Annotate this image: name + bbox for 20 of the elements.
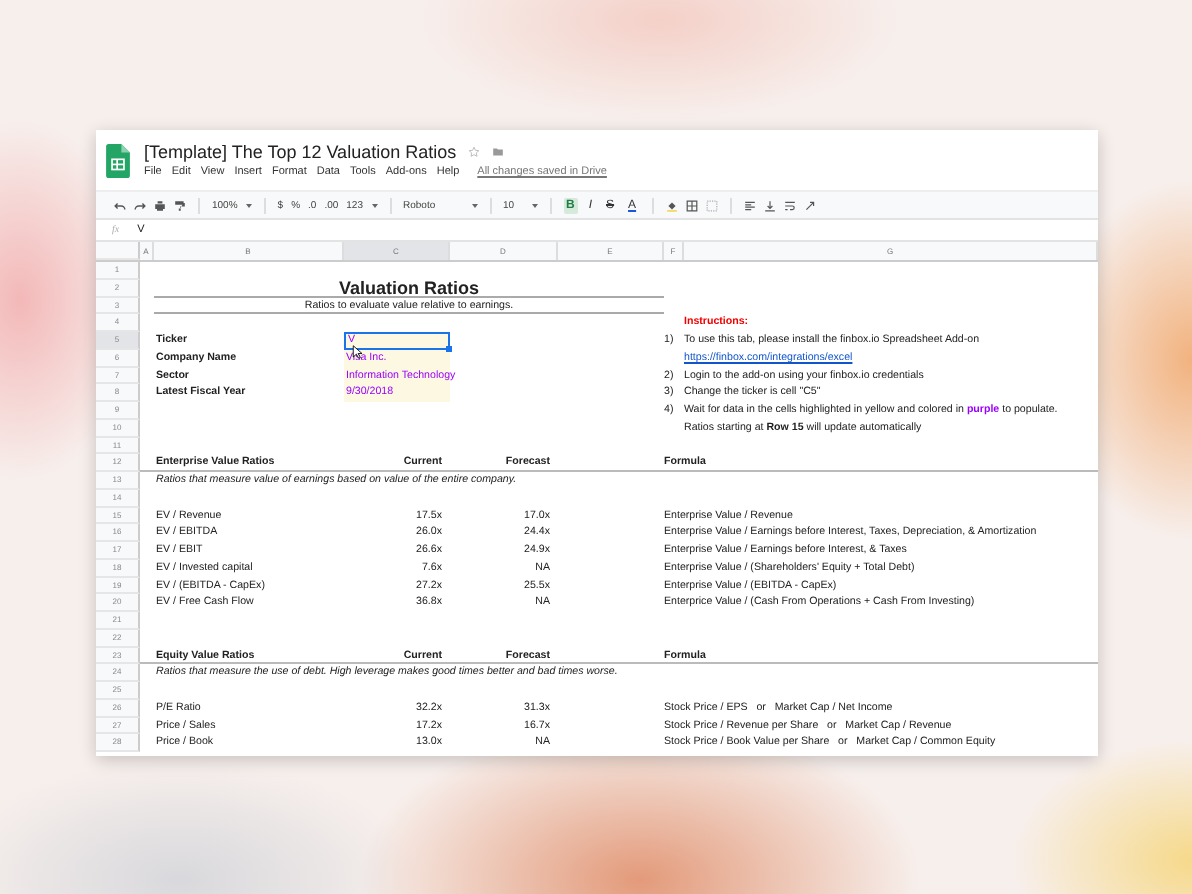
undo-icon[interactable] bbox=[114, 199, 126, 211]
merge-cells-icon[interactable] bbox=[705, 199, 718, 211]
star-icon[interactable] bbox=[468, 146, 481, 158]
sheet-title: Valuation Ratios bbox=[338, 277, 479, 298]
vertical-align-icon[interactable] bbox=[763, 199, 776, 211]
text-rotate-icon[interactable] bbox=[803, 199, 816, 211]
fill-color-icon[interactable] bbox=[665, 199, 678, 211]
print-icon[interactable] bbox=[154, 199, 166, 211]
document-title[interactable]: [Template] The Top 12 Valuation Ratios bbox=[144, 142, 457, 162]
folder-icon[interactable] bbox=[492, 146, 505, 158]
sheets-logo-icon bbox=[106, 143, 130, 177]
text-wrap-icon[interactable] bbox=[783, 199, 796, 211]
caret-icon bbox=[371, 203, 377, 207]
caret-icon bbox=[471, 203, 477, 207]
align-left-icon[interactable] bbox=[743, 199, 756, 211]
redo-icon[interactable] bbox=[134, 199, 146, 211]
borders-icon[interactable] bbox=[685, 199, 698, 211]
paint-roller-icon[interactable] bbox=[174, 199, 186, 211]
caret-icon bbox=[245, 203, 252, 207]
caret-icon bbox=[531, 203, 537, 207]
